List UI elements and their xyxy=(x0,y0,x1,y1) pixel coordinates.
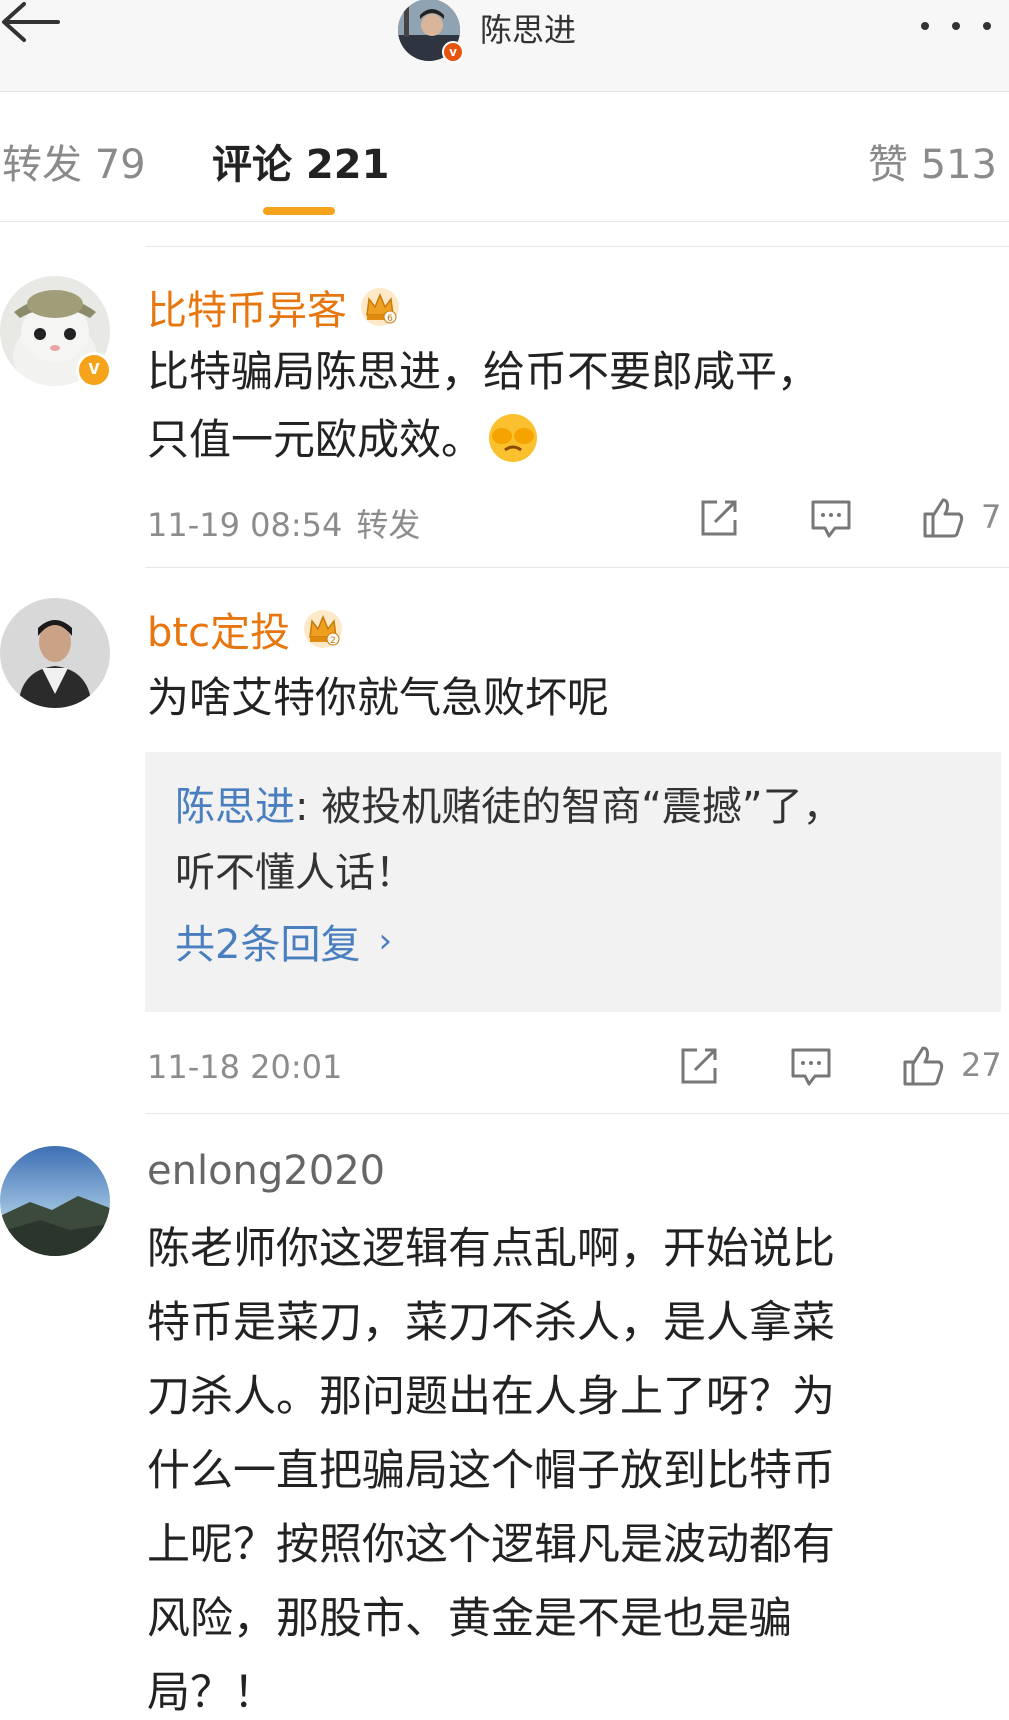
reply-text: 陈思进: 被投机赌徒的智商“震撼”了， xyxy=(175,784,843,830)
username-text: btc定投 xyxy=(147,610,291,656)
comment-username[interactable]: btc定投 2 xyxy=(147,600,344,658)
svg-text:6: 6 xyxy=(387,314,393,324)
arrow-left-icon xyxy=(2,2,60,42)
comment-text-line: 风险，那股市、黄金是不是也是骗 xyxy=(147,1594,792,1644)
vip-crown-icon: 2 xyxy=(304,610,343,648)
comment-text-line: 刀杀人。那问题出在人身上了呀？为 xyxy=(147,1372,835,1422)
chevron-right-icon: › xyxy=(378,921,393,961)
comment-text-line: 上呢？按照你这个逻辑凡是波动都有 xyxy=(147,1520,835,1570)
forward-link[interactable]: 转发 xyxy=(356,506,420,544)
avatar[interactable]: v xyxy=(398,0,464,63)
comment-text: 为啥艾特你就气急败坏呢 xyxy=(147,673,610,722)
avatar[interactable] xyxy=(0,276,112,388)
top-nav-bar: v 陈思进 xyxy=(0,0,1009,92)
comment-text: 陈老师你这逻辑有点乱啊，开始说比 特币是菜刀，菜刀不杀人，是人拿菜 刀杀人。那问… xyxy=(147,1212,977,1720)
thumbs-up-icon[interactable] xyxy=(901,1044,945,1088)
tab-bar: 转发 79 评论 221 赞 513 xyxy=(0,92,1009,222)
comment-text-line: 特币是菜刀，菜刀不杀人，是人拿菜 xyxy=(147,1298,835,1348)
tab-like[interactable]: 赞 513 xyxy=(868,132,997,190)
verified-badge-icon: v xyxy=(442,41,464,63)
comment-text-line: 什么一直把骗局这个帽子放到比特币 xyxy=(147,1446,835,1496)
share-icon[interactable] xyxy=(677,1044,721,1088)
reply-author-link[interactable]: 陈思进 xyxy=(175,784,295,830)
comment-text-line: 陈老师你这逻辑有点乱啊，开始说比 xyxy=(147,1224,835,1274)
timestamp: 11-18 20:01 xyxy=(147,1048,343,1086)
comment-icon[interactable] xyxy=(789,1044,833,1088)
thumbs-up-icon[interactable] xyxy=(921,496,965,540)
face-covering-eyes-emoji xyxy=(489,414,538,462)
divider xyxy=(145,567,1009,568)
tab-comment[interactable]: 评论 221 xyxy=(212,132,389,190)
more-dots-icon[interactable] xyxy=(921,14,991,38)
comment-text-line: 只值一元欧成效。 xyxy=(147,406,977,474)
comment-username[interactable]: enlong2020 xyxy=(147,1148,385,1194)
comment-username[interactable]: 比特币异客 6 xyxy=(147,278,401,336)
view-more-replies-link[interactable]: 共2条回复 › xyxy=(175,912,971,970)
verified-badge-icon xyxy=(76,352,112,388)
avatar[interactable] xyxy=(0,1146,110,1256)
reply-text: 听不懂人话！ xyxy=(175,850,415,896)
comment-icon[interactable] xyxy=(809,496,853,540)
like-count: 27 xyxy=(961,1046,1002,1084)
reply-preview-box[interactable]: 陈思进: 被投机赌徒的智商“震撼”了， 听不懂人话！ 共2条回复 › xyxy=(145,752,1001,1012)
vip-crown-icon: 6 xyxy=(361,288,399,326)
page-title: 陈思进 xyxy=(480,11,577,49)
svg-text:2: 2 xyxy=(330,636,336,646)
comment-actions: 27 xyxy=(669,1044,1009,1088)
back-button[interactable] xyxy=(0,0,70,60)
avatar[interactable] xyxy=(0,598,110,708)
share-icon[interactable] xyxy=(697,496,741,540)
comment-text-line: 局？！ xyxy=(147,1668,276,1718)
comment-text-line: 比特骗局陈思进，给币不要郎咸平， xyxy=(147,347,820,396)
comment-meta: 11-19 08:54 转发 xyxy=(147,500,420,546)
tab-forward[interactable]: 转发 79 xyxy=(2,132,146,190)
username-text: 比特币异客 xyxy=(147,288,347,334)
comment-text: 比特骗局陈思进，给币不要郎咸平， 只值一元欧成效。 xyxy=(147,338,977,474)
timestamp: 11-19 08:54 xyxy=(147,506,343,544)
header-profile[interactable]: v 陈思进 xyxy=(398,0,577,63)
comment-actions: 7 xyxy=(689,496,1009,540)
divider xyxy=(145,246,1009,247)
divider xyxy=(145,1113,1009,1114)
active-tab-indicator xyxy=(263,207,335,215)
like-count: 7 xyxy=(981,498,1002,536)
